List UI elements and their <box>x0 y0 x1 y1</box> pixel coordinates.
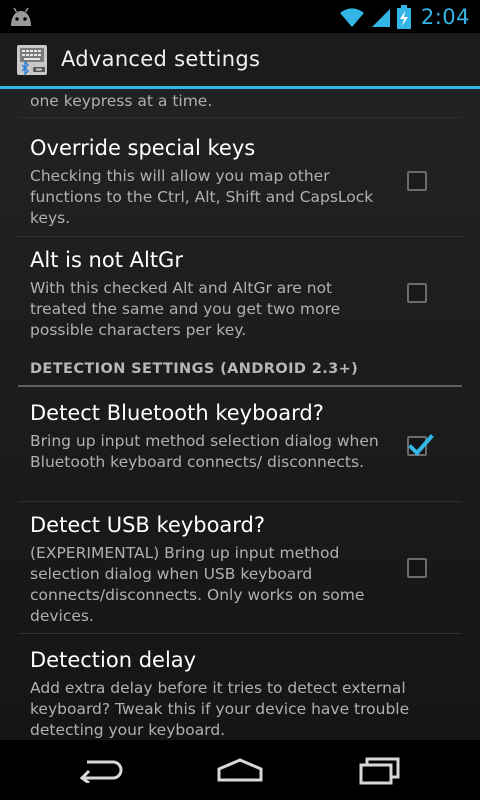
pref-override-special-keys[interactable]: Override special keys Checking this will… <box>18 136 462 236</box>
pref-summary: Add extra delay before it tries to detec… <box>30 679 410 739</box>
back-button[interactable] <box>70 752 130 788</box>
signal-icon <box>371 9 390 27</box>
pref-detect-usb[interactable]: Detect USB keyboard? (EXPERIMENTAL) Brin… <box>18 513 462 633</box>
status-bar: 2:04 <box>0 0 480 33</box>
keyboard-bluetooth-icon[interactable] <box>14 42 50 78</box>
pref-title: Override special keys <box>30 136 256 160</box>
action-bar: Advanced settings <box>0 33 480 89</box>
back-icon <box>79 760 123 783</box>
battery-charging-icon <box>396 5 411 29</box>
divider <box>18 633 462 634</box>
list-item-partial[interactable]: one keypress at a time. <box>18 89 462 116</box>
pref-summary: With this checked Alt and AltGr are not … <box>30 279 341 339</box>
section-header: DETECTION SETTINGS (ANDROID 2.3+) <box>30 361 359 377</box>
pref-title: Alt is not AltGr <box>30 248 183 272</box>
pref-detection-delay[interactable]: Detection delay Add extra delay before i… <box>18 648 462 740</box>
wifi-icon <box>339 8 364 27</box>
alt-not-altgr-checkbox[interactable] <box>407 283 427 303</box>
pref-detect-bluetooth[interactable]: Detect Bluetooth keyboard? Bring up inpu… <box>18 401 462 501</box>
pref-summary: (EXPERIMENTAL) Bring up input method sel… <box>30 544 365 625</box>
home-button[interactable] <box>210 752 270 788</box>
pref-title: Detection delay <box>30 648 197 672</box>
status-time: 2:04 <box>420 5 470 29</box>
navigation-bar <box>0 740 480 800</box>
divider <box>18 236 462 237</box>
recent-apps-button[interactable] <box>350 752 410 788</box>
home-icon <box>217 758 263 782</box>
android-icon <box>11 7 31 26</box>
divider <box>18 117 462 118</box>
status-icons: 2:04 <box>339 3 470 31</box>
pref-summary: Checking this will allow you map other f… <box>30 167 374 227</box>
detect-bluetooth-checkbox[interactable] <box>407 434 434 456</box>
settings-list[interactable]: one keypress at a time. Override special… <box>0 89 480 740</box>
divider <box>18 501 462 502</box>
page-title: Advanced settings <box>61 47 261 71</box>
detect-usb-checkbox[interactable] <box>407 558 427 578</box>
pref-summary: Bring up input method selection dialog w… <box>30 432 379 471</box>
partial-summary: one keypress at a time. <box>30 92 213 110</box>
checkmark-icon <box>408 434 434 456</box>
pref-alt-not-altgr[interactable]: Alt is not AltGr With this checked Alt a… <box>18 248 462 348</box>
override-special-keys-checkbox[interactable] <box>407 171 427 191</box>
recent-apps-icon <box>359 757 400 785</box>
pref-title: Detect USB keyboard? <box>30 513 266 537</box>
pref-title: Detect Bluetooth keyboard? <box>30 401 324 425</box>
section-divider <box>18 385 462 387</box>
